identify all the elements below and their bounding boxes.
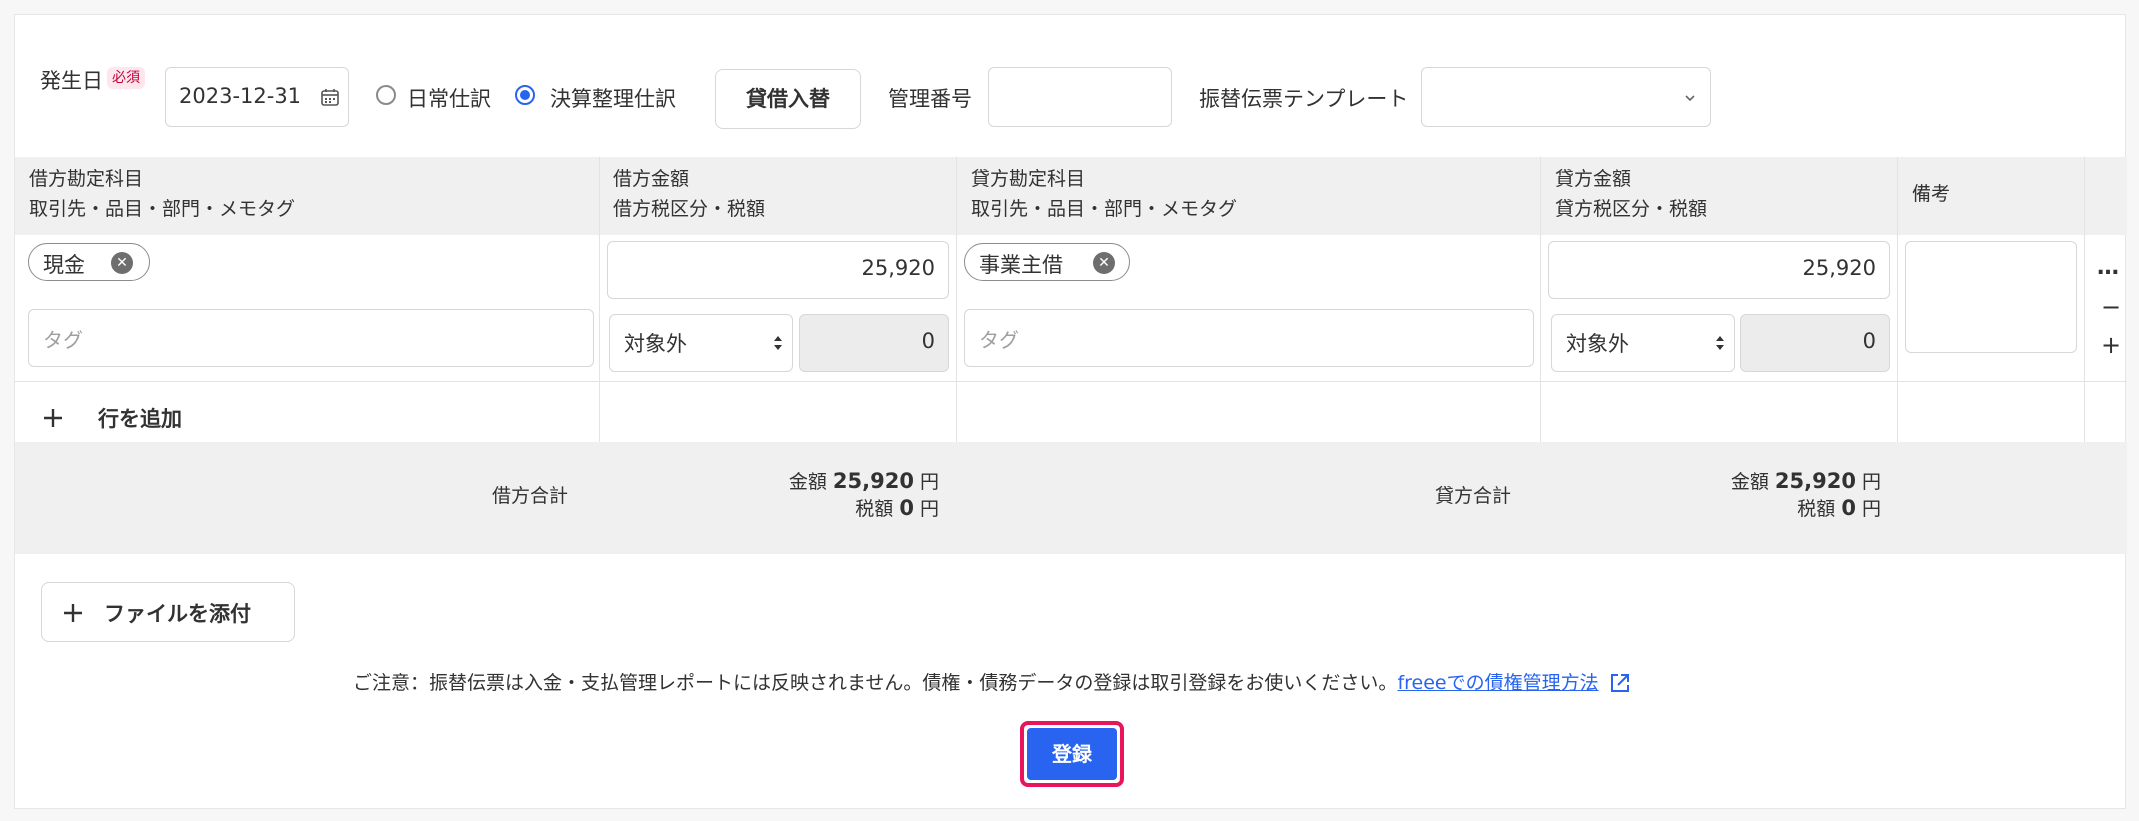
debit-account-chip[interactable]: 現金 ✕ — [28, 243, 150, 281]
credit-account-chip[interactable]: 事業主借 ✕ — [964, 243, 1130, 281]
chevron-down-icon — [1685, 95, 1695, 102]
debit-total: 金額 25,920 円 税額 0 円 — [788, 469, 939, 520]
add-row-icon[interactable]: + — [2101, 331, 2121, 359]
col-credit-account: 貸方勘定科目 取引先・品目・部門・メモタグ — [971, 168, 1238, 220]
mgmt-no-label: 管理番号 — [888, 87, 972, 111]
mgmt-no-input[interactable] — [988, 67, 1172, 127]
credit-total-label: 貸方合計 — [1435, 485, 1512, 507]
close-icon[interactable]: ✕ — [1093, 252, 1115, 274]
close-icon[interactable]: ✕ — [111, 252, 133, 274]
date-value: 2023-12-31 — [179, 84, 302, 108]
radio-daily-label: 日常仕訳 — [407, 87, 491, 111]
submit-button[interactable]: 登録 — [1027, 728, 1117, 780]
notice: ご注意：振替伝票は入金・支払管理レポートには反映されません。債権・債務データの登… — [353, 668, 1631, 695]
col-credit-amount: 貸方金額 貸方税区分・税額 — [1555, 168, 1708, 220]
credit-tag-input[interactable]: タグ — [964, 309, 1534, 367]
col-debit-amount: 借方金額 借方税区分・税額 — [613, 168, 766, 220]
template-select[interactable] — [1421, 67, 1711, 127]
plus-icon — [44, 409, 62, 427]
plus-icon — [64, 604, 82, 622]
credit-tax-select[interactable]: 対象外 — [1551, 314, 1735, 372]
credit-amount-input[interactable]: 25,920 — [1548, 241, 1890, 299]
debit-amount-input[interactable]: 25,920 — [607, 241, 949, 299]
radio-daily[interactable] — [376, 85, 396, 105]
debit-tax-amount: 0 — [799, 314, 949, 372]
notice-link[interactable]: freeeでの債権管理方法 — [1397, 672, 1598, 694]
submit-highlight: 登録 — [1020, 721, 1124, 787]
journal-entry-form: 発生日 必須 2023-12-31 日常仕訳 決算整理仕訳 貸借入替 管理番号 … — [14, 14, 2127, 809]
required-badge: 必須 — [107, 67, 145, 89]
template-label: 振替伝票テンプレート — [1199, 87, 1409, 111]
sort-arrows-icon — [1716, 336, 1724, 350]
credit-total: 金額 25,920 円 税額 0 円 — [1730, 469, 1881, 520]
remove-row-icon[interactable]: − — [2101, 293, 2121, 321]
radio-closing[interactable] — [515, 85, 535, 105]
calendar-icon[interactable] — [320, 87, 340, 107]
debit-tax-select[interactable]: 対象外 — [609, 314, 793, 372]
col-remarks: 備考 — [1912, 183, 1951, 205]
col-debit-account: 借方勘定科目 取引先・品目・部門・メモタグ — [29, 168, 296, 220]
date-input[interactable]: 2023-12-31 — [165, 67, 349, 127]
more-icon[interactable]: … — [2097, 255, 2119, 280]
credit-tax-amount: 0 — [1740, 314, 1890, 372]
date-label: 発生日 — [40, 69, 103, 93]
radio-closing-label: 決算整理仕訳 — [550, 87, 676, 111]
external-link-icon[interactable] — [1609, 672, 1631, 694]
attach-file-button[interactable]: ファイルを添付 — [41, 582, 295, 642]
swap-button[interactable]: 貸借入替 — [715, 69, 861, 129]
debit-total-label: 借方合計 — [492, 485, 569, 507]
sort-arrows-icon — [774, 336, 782, 350]
debit-tag-input[interactable]: タグ — [28, 309, 594, 367]
remarks-textarea[interactable] — [1905, 241, 2077, 353]
